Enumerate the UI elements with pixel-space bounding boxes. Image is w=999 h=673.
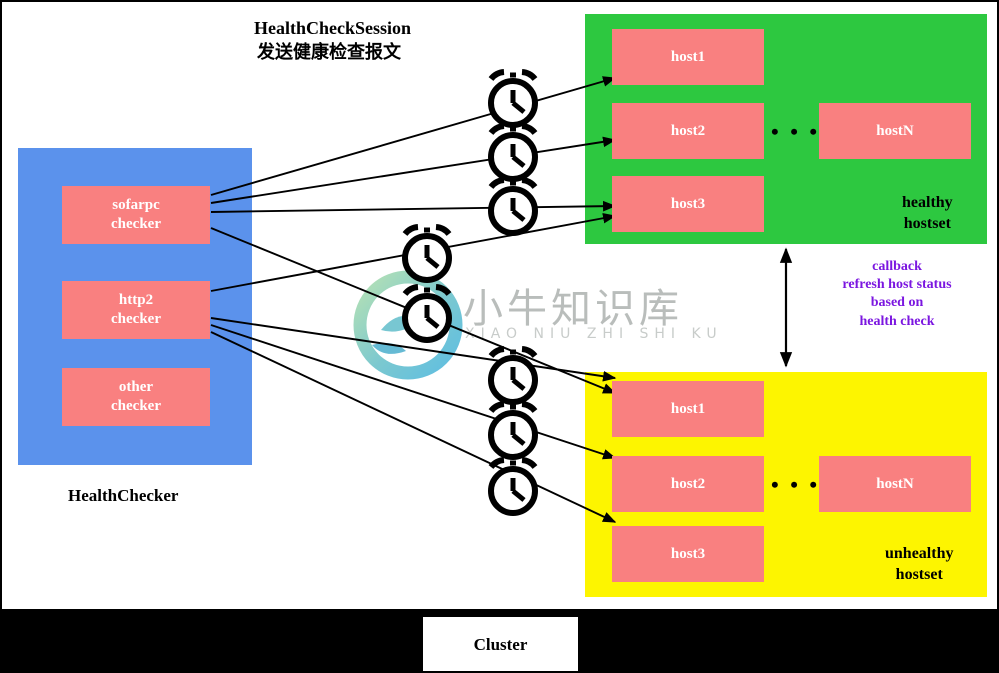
diagram-canvas: 小牛知识库 XIAO NIU ZHI SHI KU sofarpc checke… bbox=[0, 0, 999, 673]
clock-icons bbox=[402, 69, 538, 516]
alarm-clock-icon bbox=[488, 69, 538, 128]
alarm-clock-icon bbox=[488, 457, 538, 516]
cluster-box: Cluster bbox=[423, 617, 578, 673]
alarm-clock-icon bbox=[488, 177, 538, 236]
cluster-label: Cluster bbox=[473, 635, 528, 654]
alarm-clock-icon bbox=[488, 346, 538, 405]
alarm-clock-icon bbox=[402, 284, 452, 343]
alarm-clock-icon bbox=[488, 401, 538, 460]
alarm-clock-icon bbox=[402, 224, 452, 283]
alarm-clock-icon bbox=[488, 123, 538, 182]
